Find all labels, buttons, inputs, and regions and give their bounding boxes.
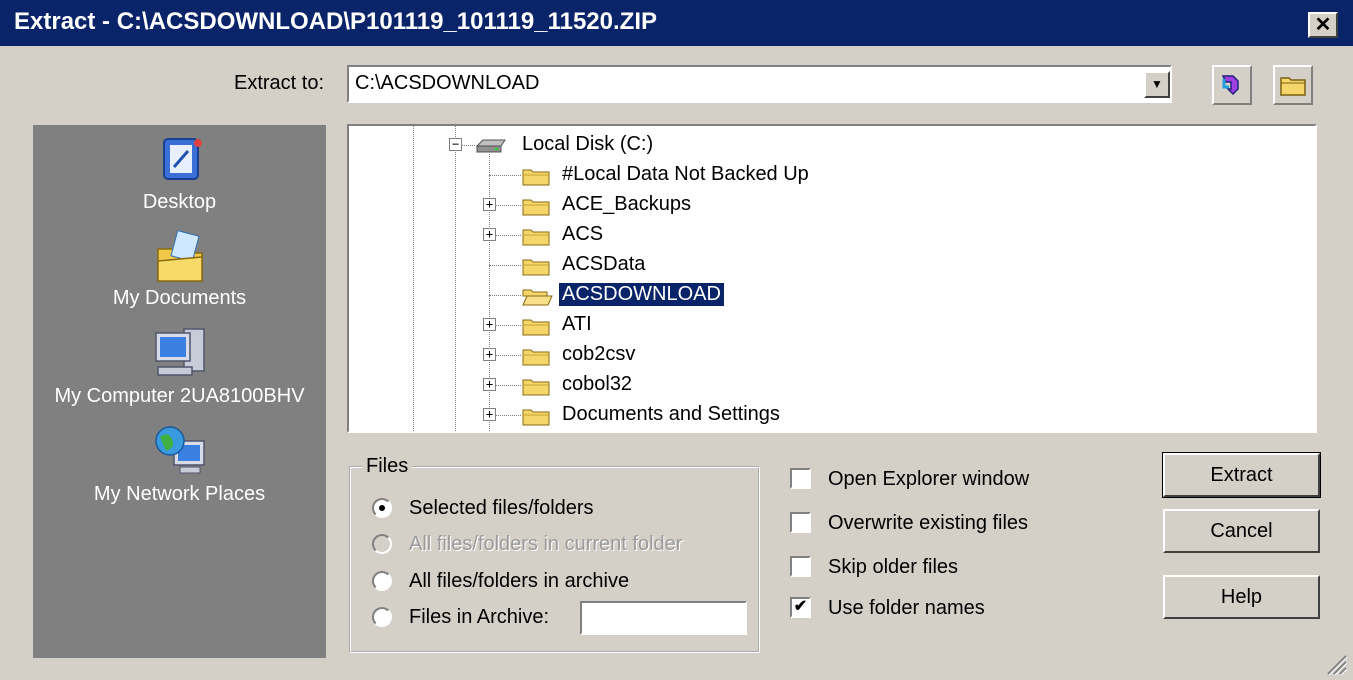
tree-label: ACE_Backups [562, 193, 691, 215]
radio-button[interactable] [372, 571, 392, 591]
extract-button[interactable]: Extract [1162, 452, 1321, 498]
tree-row[interactable]: + Documents and Settings [349, 400, 1279, 430]
tree-row-selected[interactable]: ACSDOWNLOAD [349, 280, 1279, 310]
tree-label: Documents and Settings [562, 403, 780, 425]
checkbox-label: Open Explorer window [828, 468, 1030, 490]
radio-button [372, 534, 392, 554]
my-network-places-icon [154, 426, 205, 474]
open-folder-icon [522, 289, 553, 306]
tree-row[interactable]: + ATI [349, 310, 1279, 340]
expand-icon[interactable]: + [483, 198, 496, 211]
checkbox[interactable] [790, 468, 811, 489]
collapse-icon[interactable]: − [449, 138, 462, 151]
place-my-documents[interactable]: My Documents [33, 227, 326, 310]
folder-icon [522, 259, 550, 276]
close-button[interactable]: ✕ [1308, 12, 1338, 38]
files-legend: Files [362, 455, 413, 478]
tree-row[interactable]: + cobol32 [349, 370, 1279, 400]
extract-path-combobox[interactable]: C:\ACSDOWNLOAD ▼ [347, 65, 1172, 103]
checkbox[interactable] [790, 512, 811, 533]
refresh-arrow-icon [1221, 75, 1239, 96]
checkbox[interactable]: ✔ [790, 597, 811, 618]
tree-label: Local Disk (C:) [522, 133, 654, 155]
place-my-computer[interactable]: My Computer 2UA8100BHV [33, 323, 326, 408]
expand-icon[interactable]: + [483, 348, 496, 361]
folder-icon [1280, 77, 1306, 96]
expand-icon[interactable]: + [483, 408, 496, 421]
place-my-network-places[interactable]: My Network Places [33, 421, 326, 506]
window-title: Extract - C:\ACSDOWNLOAD\P101119_101119_… [14, 8, 658, 35]
folder-icon [522, 349, 550, 366]
place-label: My Documents [112, 287, 247, 309]
chevron-down-icon: ▼ [1151, 77, 1163, 91]
checkmark-icon: ✔ [793, 598, 808, 615]
my-documents-icon [156, 229, 203, 282]
tree-row[interactable]: #Local Data Not Backed Up [349, 160, 1279, 190]
folder-icon [522, 379, 550, 396]
radio-label: Files in Archive: [409, 606, 550, 628]
checkbox-label: Overwrite existing files [828, 512, 1029, 534]
place-desktop[interactable]: Desktop [33, 131, 326, 214]
folder-icon [522, 319, 550, 336]
cancel-button[interactable]: Cancel [1163, 509, 1320, 553]
tree-label: cob2csv [562, 343, 636, 365]
tree-row[interactable]: + cob2csv [349, 340, 1279, 370]
path-dropdown-button[interactable]: ▼ [1144, 71, 1170, 98]
tree-label: cobol32 [562, 373, 633, 395]
close-icon: ✕ [1314, 14, 1332, 36]
radio-label: All files/folders in archive [409, 570, 630, 592]
title-bar[interactable]: Extract - C:\ACSDOWNLOAD\P101119_101119_… [0, 0, 1353, 46]
place-label: My Computer 2UA8100BHV [54, 385, 305, 407]
checkbox[interactable] [790, 556, 811, 577]
tree-row-root[interactable]: − Local Disk (C:) [349, 130, 1279, 160]
expand-icon[interactable]: + [483, 228, 496, 241]
help-button[interactable]: Help [1163, 575, 1320, 619]
expand-icon[interactable]: + [483, 318, 496, 331]
resize-grip-icon[interactable] [1322, 650, 1348, 676]
tree-row[interactable]: ACSData [349, 250, 1279, 280]
tree-label: #Local Data Not Backed Up [562, 163, 809, 185]
tree-label: ACSData [562, 253, 646, 275]
folder-icon [522, 409, 550, 426]
tree-row[interactable]: + ACE_Backups [349, 190, 1279, 220]
drive-icon [475, 139, 506, 153]
tree-label: ATI [562, 313, 592, 335]
radio-button[interactable] [372, 498, 392, 518]
desktop-icon [162, 138, 202, 180]
folder-icon [522, 199, 550, 216]
extract-to-label: Extract to: [234, 72, 325, 94]
tree-row[interactable]: + ACS [349, 220, 1279, 250]
place-label: My Network Places [93, 483, 266, 505]
folder-tree[interactable]: − Local Disk (C:) #Local Data Not Backed… [347, 124, 1317, 433]
radio-label: All files/folders in current folder [409, 533, 683, 555]
files-in-archive-input[interactable] [580, 601, 747, 635]
extract-path-value: C:\ACSDOWNLOAD [355, 72, 540, 94]
place-label: Desktop [142, 191, 217, 213]
checkbox-label: Use folder names [828, 597, 985, 619]
folder-icon [522, 229, 550, 246]
expand-icon[interactable]: + [483, 378, 496, 391]
radio-button[interactable] [372, 607, 392, 627]
new-folder-button[interactable] [1212, 65, 1252, 105]
folder-icon [522, 169, 550, 186]
places-bar: Desktop My Documents My Computer 2UA8100… [33, 125, 326, 658]
radio-label: Selected files/folders [409, 497, 594, 519]
tree-label: ACS [562, 223, 604, 245]
my-computer-icon [154, 328, 205, 376]
checkbox-label: Skip older files [828, 556, 959, 578]
browse-folder-button[interactable] [1273, 65, 1313, 105]
tree-label-selected: ACSDOWNLOAD [558, 282, 725, 307]
